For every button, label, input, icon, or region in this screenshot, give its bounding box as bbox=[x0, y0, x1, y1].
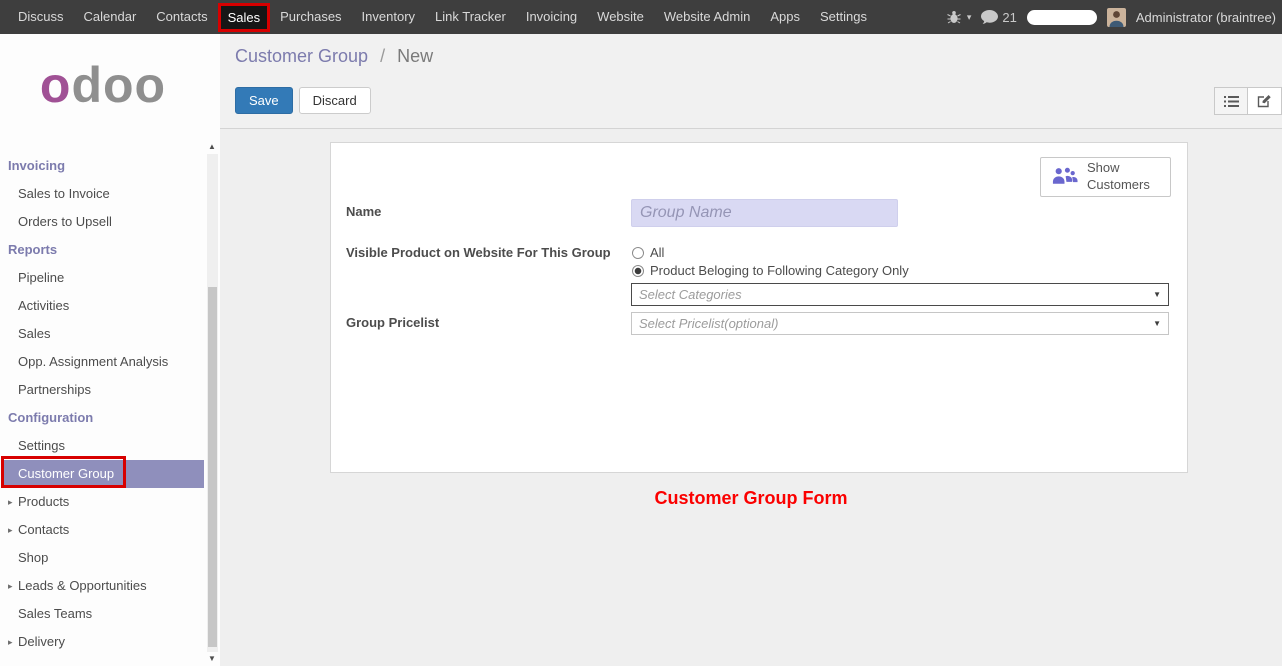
sidebar-scrollbar[interactable] bbox=[207, 154, 218, 652]
edit-form-icon bbox=[1257, 94, 1272, 108]
sidebar-item-delivery[interactable]: ▸ Delivery bbox=[3, 628, 204, 656]
sidebar-item-sales[interactable]: Sales bbox=[3, 320, 204, 348]
chat-bubble-icon bbox=[981, 10, 998, 25]
messages-button[interactable]: 21 bbox=[981, 10, 1016, 25]
user-avatar[interactable] bbox=[1107, 8, 1126, 27]
sidebar-item-sales-to-invoice[interactable]: Sales to Invoice bbox=[3, 180, 204, 208]
sidebar-item-opp-assignment-analysis[interactable]: Opp. Assignment Analysis bbox=[3, 348, 204, 376]
view-switcher bbox=[1214, 87, 1282, 115]
form-view-button[interactable] bbox=[1248, 87, 1282, 115]
menu-link-tracker[interactable]: Link Tracker bbox=[425, 0, 516, 34]
radio-option-all[interactable]: All bbox=[632, 245, 664, 260]
show-customers-label: Show Customers bbox=[1087, 160, 1157, 194]
radio-category-label: Product Beloging to Following Category O… bbox=[650, 263, 909, 278]
menu-purchases[interactable]: Purchases bbox=[270, 0, 351, 34]
sidebar-item-sales-teams[interactable]: Sales Teams bbox=[3, 600, 204, 628]
pricelist-label: Group Pricelist bbox=[346, 315, 439, 330]
sidebar: odoo Invoicing Sales to Invoice Orders t… bbox=[0, 34, 220, 666]
menu-apps[interactable]: Apps bbox=[760, 0, 810, 34]
pricelist-select[interactable]: Select Pricelist(optional) ▼ bbox=[631, 312, 1169, 335]
expand-arrow-icon: ▸ bbox=[8, 628, 13, 656]
sidebar-item-contacts[interactable]: ▸ Contacts bbox=[3, 516, 204, 544]
top-menubar: Discuss Calendar Contacts Sales Purchase… bbox=[0, 0, 1282, 34]
app-menus: Discuss Calendar Contacts Sales Purchase… bbox=[0, 0, 877, 34]
dropdown-caret-icon: ▼ bbox=[1153, 319, 1161, 328]
sidebar-section-configuration: Configuration bbox=[0, 404, 204, 432]
radio-option-category[interactable]: Product Beloging to Following Category O… bbox=[632, 263, 909, 278]
control-panel: Customer Group / New Save Discard bbox=[220, 34, 1282, 129]
systray: ▾ 21 Administrator (braintree) bbox=[947, 8, 1282, 27]
scroll-down-icon[interactable]: ▼ bbox=[207, 654, 217, 663]
sidebar-item-shop[interactable]: Shop bbox=[3, 544, 204, 572]
sidebar-item-pipeline[interactable]: Pipeline bbox=[3, 264, 204, 292]
message-count: 21 bbox=[1002, 10, 1016, 25]
annotation-caption: Customer Group Form bbox=[220, 488, 1282, 509]
sidebar-item-activities[interactable]: Activities bbox=[3, 292, 204, 320]
sidebar-item-partnerships[interactable]: Partnerships bbox=[3, 376, 204, 404]
scrollbar-thumb[interactable] bbox=[208, 287, 217, 647]
menu-settings[interactable]: Settings bbox=[810, 0, 877, 34]
debug-bug-icon[interactable] bbox=[947, 10, 961, 24]
pricelist-placeholder: Select Pricelist(optional) bbox=[639, 316, 778, 331]
sidebar-item-products[interactable]: ▸ Products bbox=[3, 488, 204, 516]
name-label: Name bbox=[346, 204, 381, 219]
breadcrumb-separator: / bbox=[380, 46, 385, 66]
radio-all-label: All bbox=[650, 245, 664, 260]
dropdown-caret-icon: ▼ bbox=[1153, 290, 1161, 299]
expand-arrow-icon: ▸ bbox=[8, 516, 13, 544]
menu-website-admin[interactable]: Website Admin bbox=[654, 0, 760, 34]
sidebar-section-invoicing: Invoicing bbox=[0, 152, 204, 180]
form-action-buttons: Save Discard bbox=[235, 87, 371, 114]
group-name-input[interactable] bbox=[631, 199, 898, 227]
radio-all-input[interactable] bbox=[632, 247, 644, 259]
expand-arrow-icon: ▸ bbox=[8, 572, 13, 600]
breadcrumb-new: New bbox=[397, 46, 433, 66]
menu-discuss[interactable]: Discuss bbox=[8, 0, 74, 34]
main-content: Show Customers Name Visible Product on W… bbox=[220, 129, 1282, 666]
user-menu[interactable]: Administrator (braintree) bbox=[1136, 10, 1276, 25]
radio-category-input[interactable] bbox=[632, 265, 644, 277]
show-customers-button[interactable]: Show Customers bbox=[1040, 157, 1171, 197]
breadcrumb-customer-group[interactable]: Customer Group bbox=[235, 46, 368, 66]
form-sheet: Show Customers Name Visible Product on W… bbox=[330, 142, 1188, 473]
menu-contacts[interactable]: Contacts bbox=[146, 0, 217, 34]
breadcrumb: Customer Group / New bbox=[235, 46, 433, 67]
debug-caret-icon[interactable]: ▾ bbox=[967, 12, 972, 23]
menu-website[interactable]: Website bbox=[587, 0, 654, 34]
list-icon bbox=[1224, 95, 1239, 108]
sidebar-item-leads-opportunities[interactable]: ▸ Leads & Opportunities bbox=[3, 572, 204, 600]
odoo-logo: odoo bbox=[0, 60, 206, 110]
categories-placeholder: Select Categories bbox=[639, 287, 742, 302]
sidebar-item-customer-group[interactable]: Customer Group bbox=[3, 460, 204, 488]
save-button[interactable]: Save bbox=[235, 87, 293, 114]
menu-sales[interactable]: Sales bbox=[218, 3, 271, 32]
sidebar-item-settings[interactable]: Settings bbox=[3, 432, 204, 460]
menu-invoicing[interactable]: Invoicing bbox=[516, 0, 587, 34]
customers-group-icon bbox=[1051, 166, 1078, 189]
menu-calendar[interactable]: Calendar bbox=[74, 0, 147, 34]
categories-select[interactable]: Select Categories ▼ bbox=[631, 283, 1169, 306]
expand-arrow-icon: ▸ bbox=[8, 488, 13, 516]
list-view-button[interactable] bbox=[1214, 87, 1248, 115]
scroll-up-icon[interactable]: ▲ bbox=[207, 142, 217, 151]
discard-button[interactable]: Discard bbox=[299, 87, 371, 114]
sidebar-section-reports: Reports bbox=[0, 236, 204, 264]
systray-pill[interactable] bbox=[1027, 10, 1097, 25]
visible-product-label: Visible Product on Website For This Grou… bbox=[346, 245, 611, 260]
menu-inventory[interactable]: Inventory bbox=[352, 0, 425, 34]
sidebar-menu: Invoicing Sales to Invoice Orders to Ups… bbox=[0, 152, 204, 656]
sidebar-item-orders-to-upsell[interactable]: Orders to Upsell bbox=[3, 208, 204, 236]
